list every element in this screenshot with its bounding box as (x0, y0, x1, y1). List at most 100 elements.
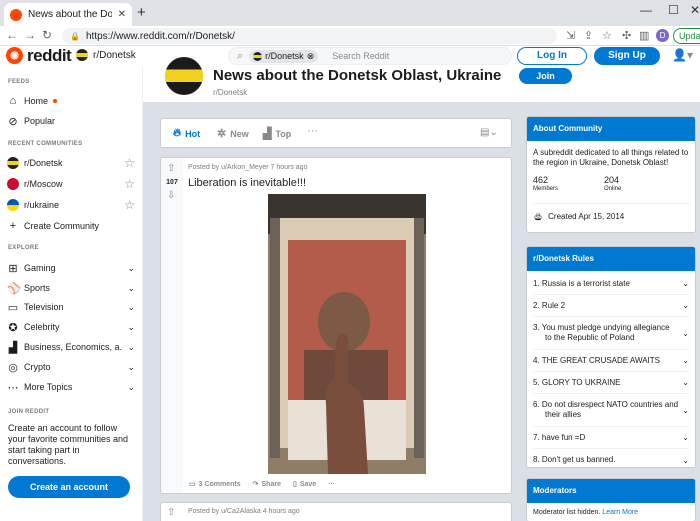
login-button[interactable]: Log In (517, 47, 587, 65)
reddit-favicon-icon (10, 8, 22, 21)
online-stat: 204 Online (604, 175, 621, 192)
favorite-star-icon[interactable]: ☆ (124, 177, 135, 191)
sidebar-item-label: r/Moscow (24, 179, 63, 189)
rule-text: 6. Do not disrespect NATO countries and … (533, 400, 679, 419)
sidebar-item-celebrity[interactable]: ✪ Celebrity ⌄ (7, 318, 135, 336)
save-button[interactable]: ▯ Save (293, 480, 316, 489)
search-bar[interactable]: ⌕ r/Donetsk ⊗ Search Reddit (228, 47, 512, 65)
reddit-logo-icon[interactable]: ◉ (6, 47, 23, 64)
chevron-down-icon: ⌄ (682, 378, 689, 387)
post-card[interactable]: ⇧ Posted by u/Ca2Alaska 4 hours ago (160, 502, 512, 521)
sidebar-item-popular[interactable]: ⊘ Popular (7, 112, 135, 130)
profile-avatar[interactable]: D (656, 29, 669, 42)
rule-item[interactable]: 8. Don't get us banned. ⌄ (533, 449, 689, 467)
view-layout-icon[interactable]: ▤⌄ (480, 127, 498, 138)
new-tab-icon[interactable]: + (137, 4, 146, 21)
new-sparkle-icon: ✲ (217, 128, 227, 140)
ukraine-icon (7, 199, 19, 211)
close-tab-icon[interactable]: ✕ (118, 9, 126, 20)
sort-new-tab[interactable]: ✲ New (217, 127, 249, 140)
close-window-icon[interactable]: ✕ (690, 3, 700, 17)
post-more-icon[interactable]: ··· (328, 480, 335, 488)
sidebar-item-crypto[interactable]: ◎ Crypto ⌄ (7, 358, 135, 376)
left-sidebar: FEEDS ⌂ Home ⊘ Popular RECENT COMMUNITIE… (0, 66, 143, 521)
user-menu-icon[interactable]: 👤▾ (672, 48, 693, 62)
rule-item[interactable]: 7. have fun =D ⌄ (533, 427, 689, 449)
comments-button[interactable]: ▭ 3 Comments (189, 480, 241, 489)
sidebar-item-label: Home (24, 96, 49, 106)
post-actions: ▭ 3 Comments ↷ Share ▯ Save ··· (189, 480, 335, 489)
sidebar-item-more-topics[interactable]: ⋯ More Topics ⌄ (7, 378, 136, 396)
vote-count: 107 (166, 179, 178, 186)
rule-item[interactable]: 6. Do not disrespect NATO countries and … (533, 394, 689, 427)
rule-text: 5. GLORY TO UKRAINE (533, 377, 621, 387)
sort-top-tab[interactable]: ▟ Top (263, 127, 291, 140)
sort-more-icon[interactable]: ··· (307, 125, 318, 137)
sidebar-item-donetsk[interactable]: r/Donetsk ☆ (7, 154, 135, 172)
sidebar-item-sports[interactable]: ⚾ Sports ⌄ (7, 279, 135, 297)
browser-tab[interactable]: News about the Donetsk Oblast ✕ (4, 3, 132, 26)
share-page-icon[interactable]: ⇪ (584, 29, 593, 42)
sidebar-item-label: r/Donetsk (24, 158, 63, 168)
join-button[interactable]: Join (519, 68, 572, 84)
sort-new-label: New (230, 128, 249, 139)
rule-item[interactable]: 2. Rule 2 ⌄ (533, 295, 689, 317)
upvote-icon[interactable]: ⇧ (167, 507, 175, 518)
side-panel-icon[interactable]: ▥ (639, 29, 649, 42)
chevron-down-icon: ⌄ (127, 341, 135, 352)
rule-item[interactable]: 3. You must pledge undying allegiance to… (533, 317, 689, 350)
post-card[interactable]: ⇧ 107 ⇩ Posted by u/Arkon_Meyer 7 hours … (160, 157, 512, 494)
sidebar-item-ukraine[interactable]: r/ukraine ☆ (7, 196, 135, 214)
forward-icon[interactable]: → (24, 28, 36, 42)
rules-card: r/Donetsk Rules 1. Russia is a terrorist… (526, 246, 696, 468)
extensions-icon[interactable]: ✣ (622, 29, 631, 42)
created-date: 🎂︎ Created Apr 15, 2014 (533, 212, 624, 221)
rule-item[interactable]: 4. THE GREAT CRUSADE AWAITS ⌄ (533, 350, 689, 372)
sidebar-item-moscow[interactable]: r/Moscow ☆ (7, 175, 135, 193)
create-community-link[interactable]: + Create Community (7, 217, 135, 235)
sidebar-item-label: Television (24, 302, 64, 312)
favorite-star-icon[interactable]: ☆ (124, 198, 135, 212)
chevron-down-icon: ⌄ (682, 433, 689, 442)
sort-bar: 🔥︎ Hot ✲ New ▟ Top ··· ▤⌄ (160, 118, 512, 148)
share-button[interactable]: ↷ Share (252, 480, 281, 489)
sidebar-item-label: Popular (24, 116, 56, 126)
about-heading: About Community (527, 117, 695, 141)
rule-item[interactable]: 1. Russia is a terrorist state ⌄ (533, 273, 689, 295)
bookmark-star-icon[interactable]: ☆ (602, 29, 612, 42)
sort-hot-tab[interactable]: 🔥︎ Hot (173, 127, 200, 140)
share-icon: ↷ (252, 481, 259, 488)
url-field[interactable]: 🔒 https://www.reddit.com/r/Donetsk/ (62, 28, 557, 44)
clear-chip-icon[interactable]: ⊗ (307, 51, 315, 62)
top-chart-icon: ▟ (263, 128, 272, 140)
back-icon[interactable]: ← (6, 28, 18, 42)
minimize-icon[interactable]: — (640, 3, 652, 17)
downvote-icon[interactable]: ⇩ (167, 190, 175, 201)
upvote-icon[interactable]: ⇧ (167, 163, 175, 174)
favorite-star-icon[interactable]: ☆ (124, 156, 135, 170)
create-account-button[interactable]: Create an account (8, 476, 130, 498)
share-label: Share (261, 480, 281, 488)
sidebar-item-television[interactable]: ▭ Television ⌄ (7, 298, 135, 316)
sidebar-item-label: Crypto (24, 362, 51, 372)
sidebar-item-gaming[interactable]: ⊞ Gaming ⌄ (7, 259, 135, 277)
divider (533, 203, 691, 204)
join-heading: JOIN REDDIT (8, 409, 50, 415)
update-button[interactable]: Update (673, 28, 700, 44)
learn-more-link[interactable]: Learn More (602, 509, 638, 516)
maximize-icon[interactable]: ☐ (668, 3, 679, 17)
tab-title: News about the Donetsk Oblast (28, 9, 112, 20)
reload-icon[interactable]: ↻ (42, 28, 52, 42)
reddit-wordmark[interactable]: reddit (27, 46, 72, 66)
community-switcher[interactable]: r/Donetsk (76, 49, 136, 61)
install-app-icon[interactable]: ⇲ (566, 29, 575, 42)
post-title[interactable]: Liberation is inevitable!!! (188, 177, 306, 189)
signup-button[interactable]: Sign Up (594, 47, 660, 65)
post-image[interactable] (268, 194, 426, 474)
search-scope-chip[interactable]: r/Donetsk ⊗ (249, 49, 319, 63)
search-placeholder[interactable]: Search Reddit (332, 51, 389, 61)
sidebar-item-business[interactable]: ▟ Business, Economics, a... ⌄ (7, 338, 135, 356)
sidebar-item-home[interactable]: ⌂ Home (7, 92, 135, 110)
post-meta: Posted by u/Arkon_Meyer 7 hours ago (188, 164, 308, 171)
rule-item[interactable]: 5. GLORY TO UKRAINE ⌄ (533, 372, 689, 394)
